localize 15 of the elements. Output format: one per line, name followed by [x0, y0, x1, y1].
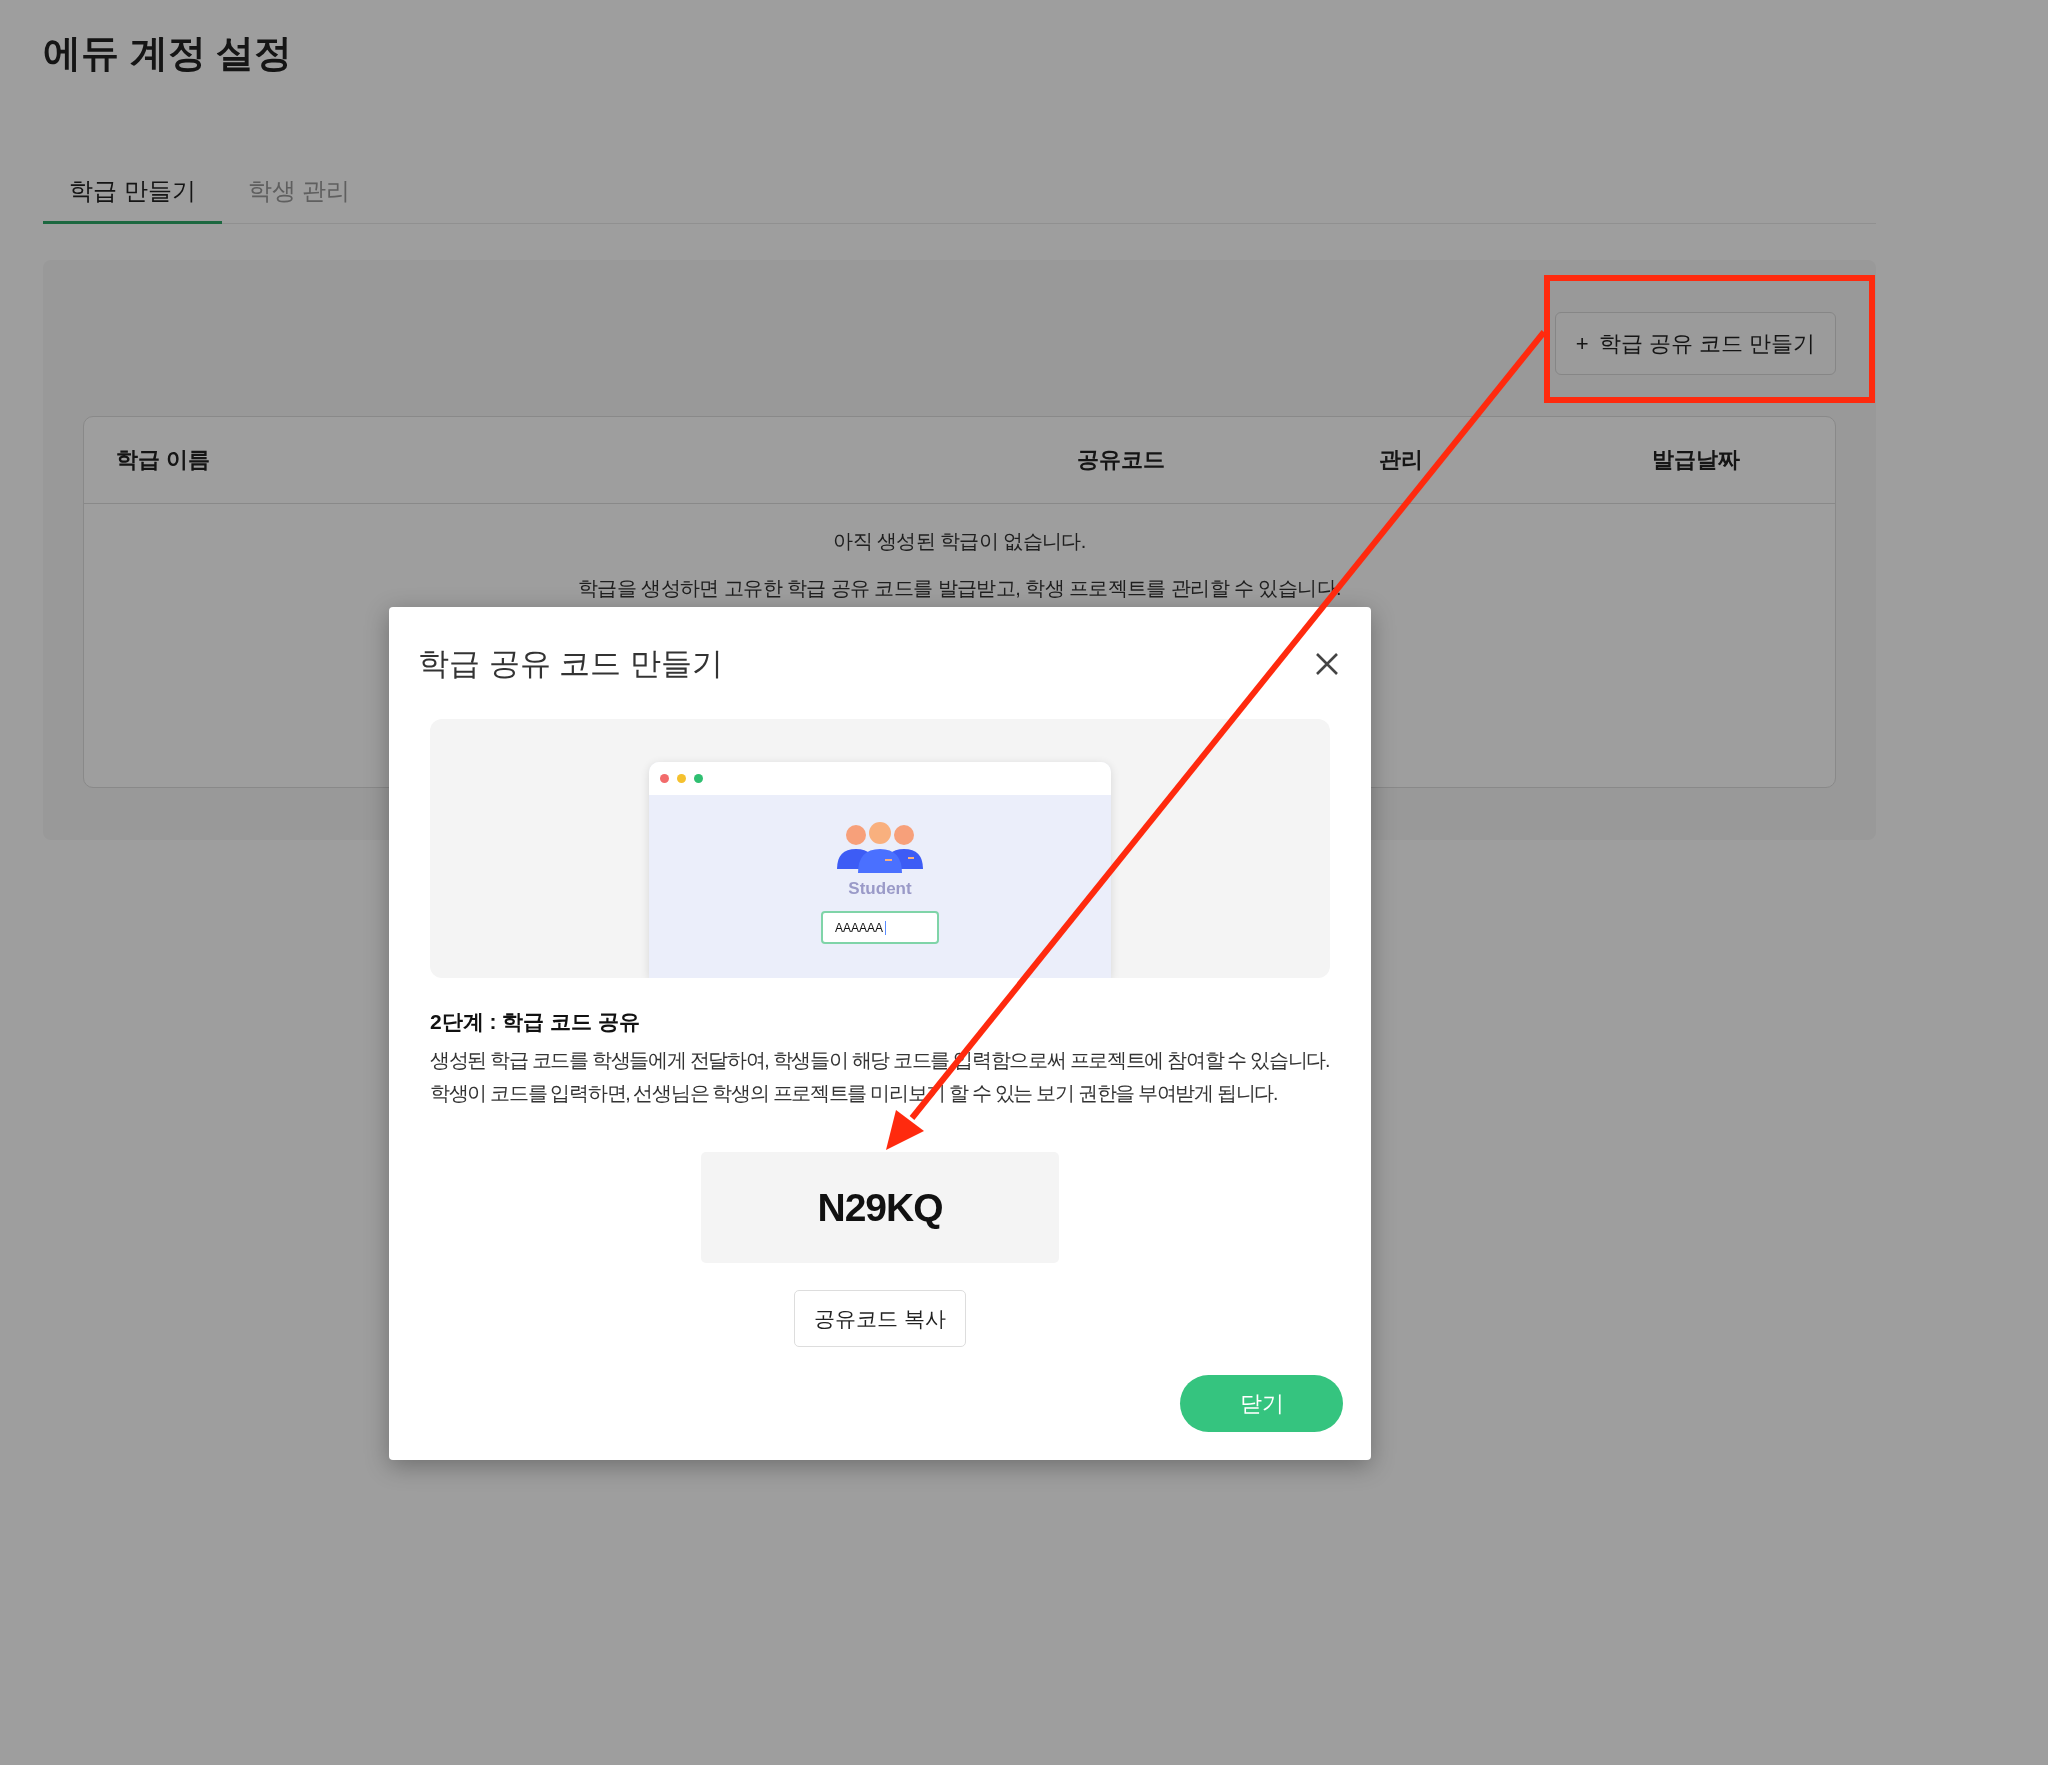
column-header: 학급 이름 [116, 446, 212, 475]
student-label: Student [848, 879, 912, 900]
copy-code-button[interactable]: 공유코드 복사 [794, 1290, 966, 1348]
create-code-button[interactable]: + 학급 공유 코드 만들기 [1554, 312, 1836, 376]
column-header: 공유코드 [1076, 446, 1166, 475]
step-title: 2단계 : 학급 코드 공유 [430, 1009, 641, 1036]
share-code: N29KQ [701, 1152, 1059, 1264]
column-header: 발급날짜 [1650, 446, 1741, 475]
column-header: 관리 [1378, 446, 1424, 475]
modal-title: 학급 공유 코드 만들기 [418, 645, 723, 683]
page-title: 에듀 계정 설정 [43, 31, 294, 76]
students-icon [837, 821, 923, 874]
tab[interactable]: 학급 만들기 [43, 175, 222, 224]
empty-message: 아직 생성된 학급이 없습니다. [833, 529, 1086, 555]
code-input-field: AAAAAA [821, 911, 939, 945]
